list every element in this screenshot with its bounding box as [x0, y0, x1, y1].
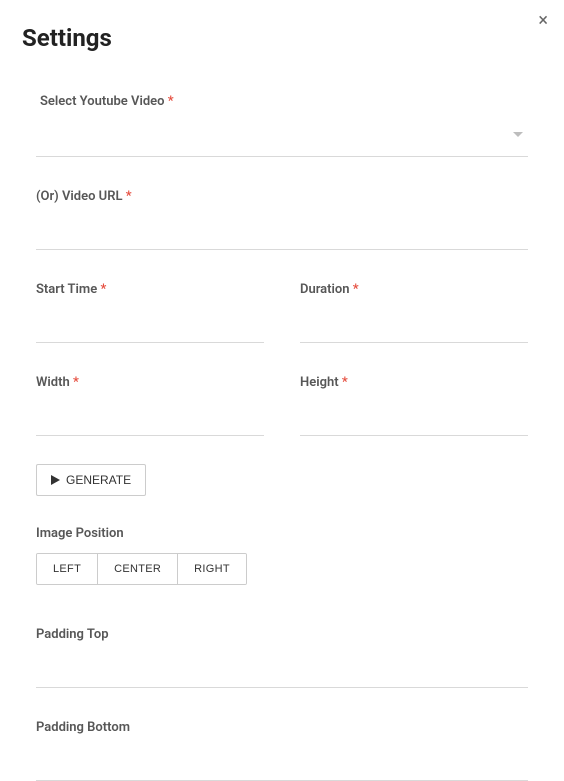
position-right-button[interactable]: RIGHT	[178, 554, 246, 584]
position-center-button[interactable]: CENTER	[98, 554, 178, 584]
label-text: Select Youtube Video	[40, 94, 165, 109]
label-text: Height	[300, 375, 339, 390]
required-mark: *	[126, 189, 132, 204]
field-padding-bottom: Padding Bottom	[36, 716, 528, 781]
generate-button-label: GENERATE	[66, 473, 131, 487]
padding-top-input[interactable]	[36, 648, 528, 688]
field-padding-top: Padding Top	[36, 623, 528, 688]
page-title: Settings	[0, 0, 564, 52]
label-text: Width	[36, 375, 70, 390]
start-time-input[interactable]	[36, 303, 264, 343]
play-icon	[51, 475, 60, 485]
required-mark: *	[73, 375, 79, 390]
label-padding-top: Padding Top	[36, 627, 109, 642]
field-start-time: Start Time *	[36, 278, 264, 343]
padding-bottom-input[interactable]	[36, 741, 528, 781]
field-width: Width *	[36, 371, 264, 436]
field-generate: GENERATE	[36, 464, 528, 496]
label-select-video: Select Youtube Video *	[36, 94, 174, 109]
required-mark: *	[100, 282, 106, 297]
field-select-video: Select Youtube Video *	[36, 90, 528, 157]
required-mark: *	[342, 375, 348, 390]
height-input[interactable]	[300, 396, 528, 436]
duration-input[interactable]	[300, 303, 528, 343]
field-image-position: Image Position LEFT CENTER RIGHT	[36, 526, 528, 585]
label-height: Height *	[300, 375, 348, 390]
label-width: Width *	[36, 375, 79, 390]
label-duration: Duration *	[300, 282, 359, 297]
image-position-group: LEFT CENTER RIGHT	[36, 553, 247, 585]
label-start-time: Start Time *	[36, 282, 106, 297]
width-input[interactable]	[36, 396, 264, 436]
field-duration: Duration *	[300, 278, 528, 343]
select-video-input[interactable]	[36, 117, 528, 156]
label-video-url: (Or) Video URL *	[36, 189, 132, 204]
close-icon: ×	[538, 10, 548, 31]
label-text: (Or) Video URL	[36, 189, 123, 204]
label-text: Duration	[300, 282, 350, 297]
position-left-button[interactable]: LEFT	[37, 554, 98, 584]
required-mark: *	[168, 94, 174, 109]
label-image-position: Image Position	[36, 526, 528, 541]
close-button[interactable]: ×	[534, 8, 552, 34]
video-url-input[interactable]	[36, 210, 528, 250]
select-video-dropdown[interactable]	[36, 117, 528, 157]
generate-button[interactable]: GENERATE	[36, 464, 146, 496]
field-video-url: (Or) Video URL *	[36, 185, 528, 250]
label-padding-bottom: Padding Bottom	[36, 720, 130, 735]
required-mark: *	[353, 282, 359, 297]
settings-form: Select Youtube Video * (Or) Video URL * …	[0, 52, 564, 781]
label-text: Start Time	[36, 282, 97, 297]
field-height: Height *	[300, 371, 528, 436]
